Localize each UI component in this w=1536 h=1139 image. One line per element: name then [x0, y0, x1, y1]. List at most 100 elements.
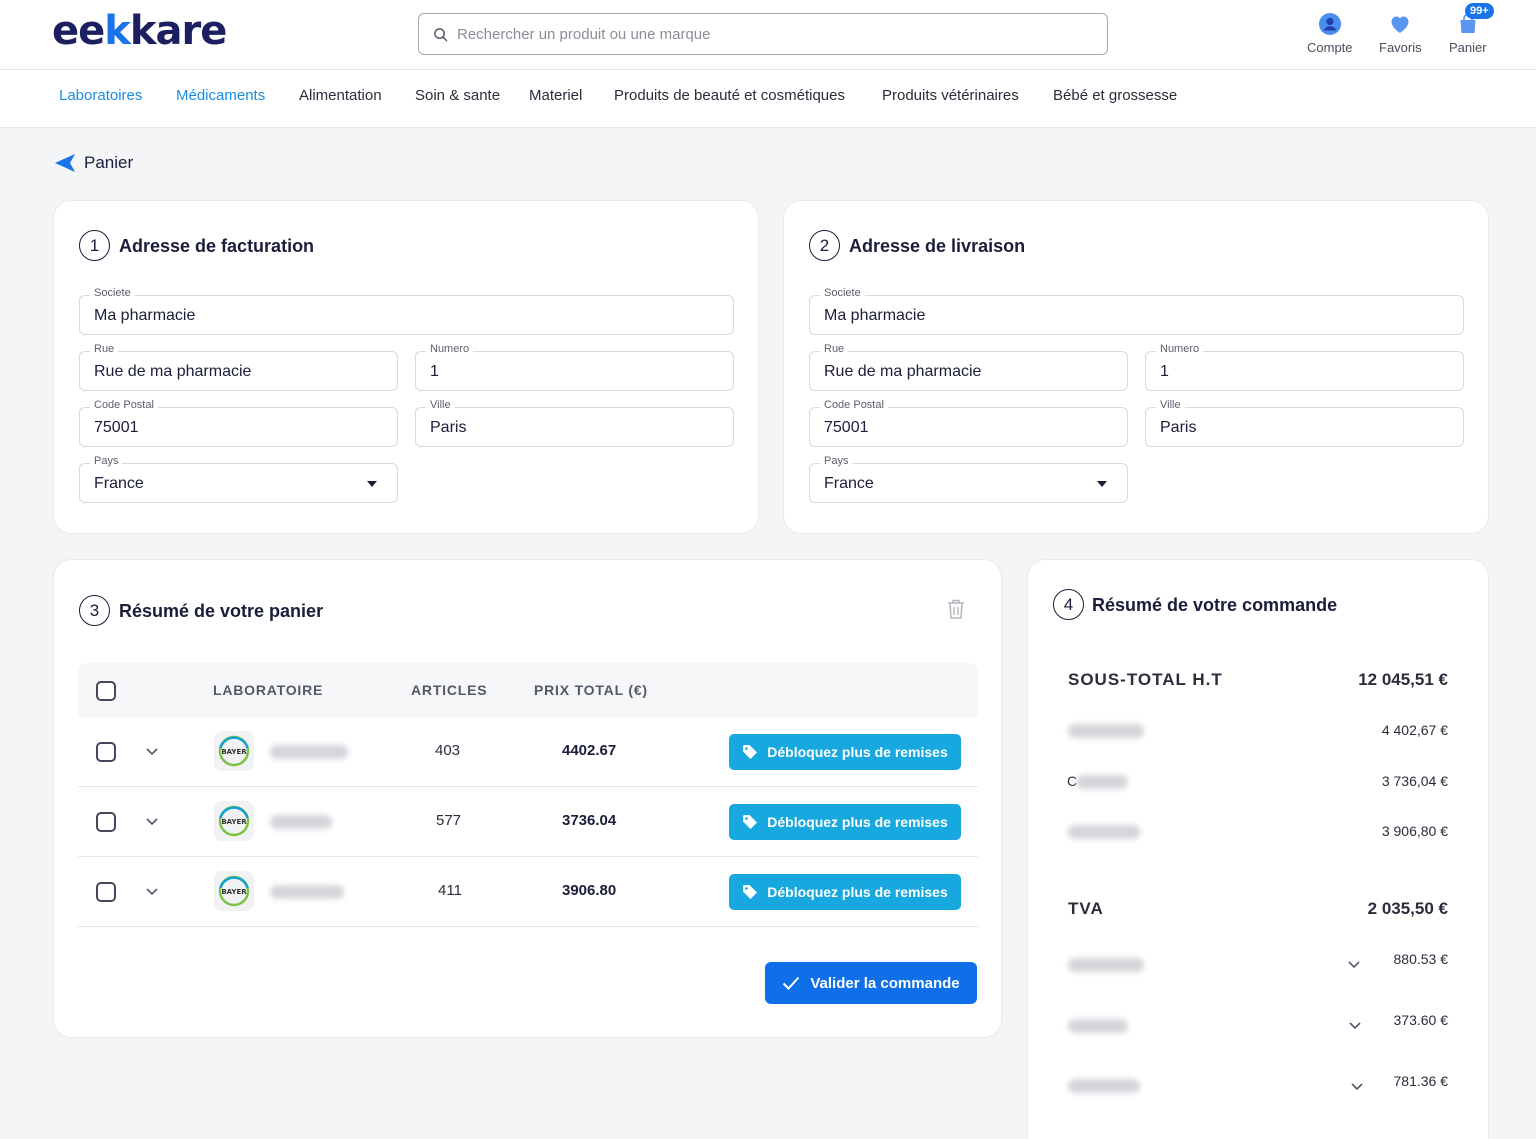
unlock-discounts-button[interactable]: Débloquez plus de remises: [729, 804, 961, 840]
articles-count: 411: [438, 882, 462, 899]
cart-table-header: LABORATOIRE ARTICLES PRIX TOTAL (€): [78, 663, 978, 717]
favorites-link[interactable]: Favoris: [1379, 12, 1422, 55]
billing-rue-field[interactable]: Rue Rue de ma pharmacie: [79, 343, 398, 391]
nav-item-alimentation[interactable]: Alimentation: [299, 87, 382, 104]
tva-value: 2 035,50 €: [1367, 899, 1448, 918]
tva-line-value: 373.60 €: [1393, 1012, 1449, 1028]
button-label: Débloquez plus de remises: [767, 884, 948, 900]
back-to-cart[interactable]: Panier: [54, 153, 133, 173]
chevron-down-icon[interactable]: [145, 887, 159, 897]
logo-part-accent: k: [104, 8, 131, 54]
svg-text:BAYER: BAYER: [221, 888, 247, 896]
nav-item-laboratoires[interactable]: Laboratoires: [59, 87, 142, 104]
articles-count: 403: [435, 742, 461, 759]
cart-count-badge: 99+: [1465, 3, 1494, 19]
bayer-logo: BAYER: [214, 871, 254, 911]
field-label: Ville: [426, 399, 455, 411]
select-all-checkbox[interactable]: [96, 681, 116, 701]
nav-item-beaute[interactable]: Produits de beauté et cosmétiques: [614, 87, 845, 104]
field-value: Rue de ma pharmacie: [94, 363, 252, 380]
caret-down-icon: [367, 481, 377, 487]
bayer-cross-logo-icon: BAYER: [218, 735, 250, 767]
heart-icon: [1391, 16, 1409, 33]
billing-cp-field[interactable]: Code Postal 75001: [79, 399, 398, 447]
unlock-discounts-button[interactable]: Débloquez plus de remises: [729, 734, 961, 770]
billing-numero-field[interactable]: Numero 1: [415, 343, 734, 391]
unlock-discounts-button[interactable]: Débloquez plus de remises: [729, 874, 961, 910]
tag-icon: [743, 815, 758, 829]
card-title: Adresse de livraison: [849, 236, 1026, 256]
table-row: BAYER 577 3736.04 Débloquez plus de remi…: [78, 787, 978, 857]
nav-item-materiel[interactable]: Materiel: [529, 87, 582, 104]
shipping-ville-field[interactable]: Ville Paris: [1145, 399, 1464, 447]
button-label: Débloquez plus de remises: [767, 744, 948, 760]
blurred-lab-name: [1068, 724, 1144, 738]
billing-address-card: 1 Adresse de facturation Societe Ma phar…: [53, 200, 759, 534]
chevron-down-icon[interactable]: [1348, 1021, 1362, 1031]
shipping-cp-field[interactable]: Code Postal 75001: [809, 399, 1128, 447]
trash-icon[interactable]: [946, 598, 966, 620]
field-label: Pays: [90, 455, 123, 467]
bayer-logo: BAYER: [214, 801, 254, 841]
account-label: Compte: [1307, 40, 1353, 55]
category-nav: Laboratoires Médicaments Alimentation So…: [0, 70, 1536, 128]
cart-link[interactable]: Panier 99+: [1449, 3, 1494, 55]
tva-line-value: 880.53 €: [1393, 951, 1449, 967]
tva-line-value: 781.36 €: [1393, 1073, 1449, 1089]
tag-icon: [743, 885, 758, 899]
shipping-numero-field[interactable]: Numero 1: [1145, 343, 1464, 391]
tva-label: TVA: [1068, 899, 1104, 918]
caret-down-icon: [1097, 481, 1107, 487]
card-title: Résumé de votre panier: [119, 601, 324, 621]
back-arrow-icon: [55, 154, 75, 172]
table-row: BAYER 403 4402.67 Débloquez plus de remi…: [78, 717, 978, 787]
search-bar[interactable]: [418, 13, 1108, 55]
nav-item-soin-sante[interactable]: Soin & sante: [415, 87, 500, 104]
articles-count: 577: [436, 812, 462, 829]
field-value: 75001: [94, 419, 139, 436]
search-input[interactable]: [457, 25, 1057, 43]
billing-pays-select[interactable]: Pays France: [79, 455, 398, 503]
field-label: Rue: [90, 343, 119, 355]
blurred-lab-name: [1068, 1079, 1140, 1093]
field-label: Numero: [426, 343, 474, 355]
blurred-lab-name: [1076, 775, 1128, 789]
chevron-down-icon[interactable]: [1350, 1082, 1364, 1092]
button-label: Valider la commande: [810, 974, 960, 992]
billing-societe-field[interactable]: Societe Ma pharmacie: [79, 287, 734, 335]
subtotal-line-value: 4 402,67 €: [1381, 722, 1448, 738]
subtotal-value: 12 045,51 €: [1358, 670, 1448, 689]
step-number: 2: [809, 230, 840, 261]
row-checkbox[interactable]: [96, 812, 116, 832]
column-header-prix-total: PRIX TOTAL (€): [534, 682, 648, 698]
blurred-lab-name: [270, 815, 332, 829]
row-checkbox[interactable]: [96, 882, 116, 902]
svg-text:BAYER: BAYER: [221, 748, 247, 756]
header: eekkare Compte Favoris Panier 99+: [0, 0, 1536, 70]
shipping-address-card: 2 Adresse de livraison Societe Ma pharma…: [783, 200, 1489, 534]
checkmark-icon: [783, 976, 800, 990]
svg-text:BAYER: BAYER: [221, 818, 247, 826]
shipping-pays-select[interactable]: Pays France: [809, 455, 1128, 503]
chevron-down-icon[interactable]: [1347, 960, 1361, 970]
row-checkbox[interactable]: [96, 742, 116, 762]
chevron-down-icon[interactable]: [145, 817, 159, 827]
blurred-lab-name: [1068, 958, 1144, 972]
shipping-societe-field[interactable]: Societe Ma pharmacie: [809, 287, 1464, 335]
field-value: 1: [1160, 363, 1169, 380]
nav-item-bebe[interactable]: Bébé et grossesse: [1053, 87, 1177, 104]
billing-ville-field[interactable]: Ville Paris: [415, 399, 734, 447]
eekkare-logo[interactable]: eekkare: [52, 8, 227, 54]
nav-item-veterinaires[interactable]: Produits vétérinaires: [882, 87, 1019, 104]
field-label: Societe: [820, 287, 865, 299]
validate-order-button[interactable]: Valider la commande: [765, 962, 977, 1004]
blurred-lab-name: [270, 885, 344, 899]
chevron-down-icon[interactable]: [145, 747, 159, 757]
account-link[interactable]: Compte: [1307, 12, 1353, 55]
field-value: 1: [430, 363, 439, 380]
nav-item-medicaments[interactable]: Médicaments: [176, 87, 265, 104]
field-label: Societe: [90, 287, 135, 299]
shipping-rue-field[interactable]: Rue Rue de ma pharmacie: [809, 343, 1128, 391]
button-label: Débloquez plus de remises: [767, 814, 948, 830]
field-value: Paris: [1160, 419, 1197, 436]
